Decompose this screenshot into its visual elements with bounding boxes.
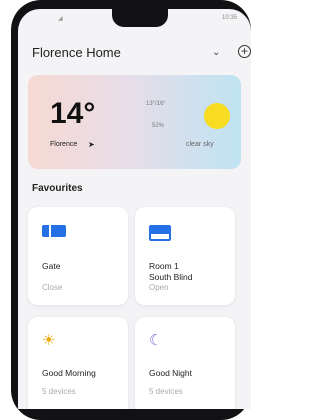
phone-notch xyxy=(112,9,168,27)
status-time: 10:35 xyxy=(221,15,237,21)
location-arrow-icon: ➤ xyxy=(88,140,95,149)
sun-icon xyxy=(204,103,230,129)
weather-condition: clear sky xyxy=(186,141,214,148)
add-button[interactable]: + xyxy=(238,45,251,58)
favourite-card-good-night[interactable]: ☾ Good Night 5 devices xyxy=(135,317,235,409)
sunrise-icon: ☀ xyxy=(42,332,56,349)
favourite-status: Close xyxy=(42,283,63,292)
gate-icon xyxy=(42,225,66,237)
chevron-down-icon[interactable]: ⌄ xyxy=(212,47,220,58)
weather-card[interactable]: 14° Florence ➤ 13°/16° 52% clear sky xyxy=(28,75,241,169)
home-selector-title[interactable]: Florence Home xyxy=(32,45,121,60)
favourite-label: Good Morning xyxy=(42,368,96,378)
current-temperature: 14° xyxy=(50,97,96,130)
temperature-range: 13°/16° xyxy=(146,101,166,107)
weather-city: Florence xyxy=(50,141,78,148)
status-bar: ◢ 10:35 xyxy=(18,9,251,33)
favourite-status: 5 devices xyxy=(42,387,76,396)
blind-icon xyxy=(149,225,171,241)
favourite-card-gate[interactable]: Gate Close xyxy=(28,207,128,305)
favourite-label: Gate xyxy=(42,261,61,271)
favourite-card-south-blind[interactable]: Room 1 South Blind Open xyxy=(135,207,235,305)
moon-icon: ☾ xyxy=(149,332,163,349)
header: Florence Home ⌄ + xyxy=(32,43,251,63)
favourite-status: 5 devices xyxy=(149,387,183,396)
favourite-label: Good Night xyxy=(149,368,192,378)
favourite-card-good-morning[interactable]: ☀ Good Morning 5 devices xyxy=(28,317,128,409)
favourites-heading: Favourites xyxy=(32,183,83,194)
app-screen: ◢ 10:35 Florence Home ⌄ + 14° Florence ➤… xyxy=(18,9,251,409)
favourite-label: Room 1 South Blind xyxy=(149,261,193,282)
signal-icon: ◢ xyxy=(58,16,63,22)
favourite-status: Open xyxy=(149,283,169,292)
humidity-value: 52% xyxy=(152,123,165,129)
